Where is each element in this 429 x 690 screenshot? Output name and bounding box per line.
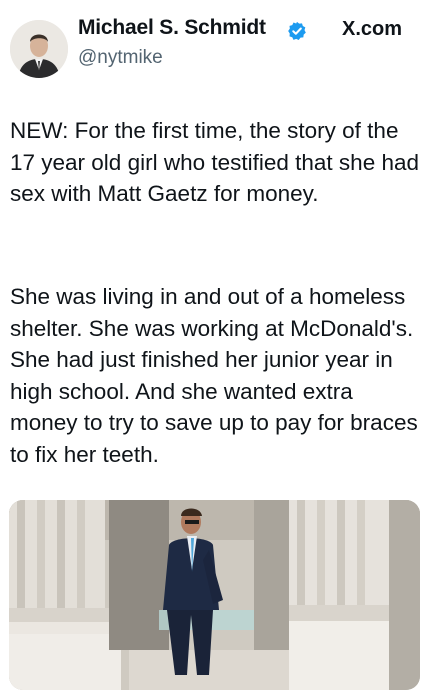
source-label: X.com xyxy=(342,18,403,40)
tweet-text-paragraph-1: NEW: For the first time, the story of th… xyxy=(10,118,419,206)
person-avatar-icon xyxy=(10,20,68,78)
tweet-header: Michael S. Schmidt @nytmike X.com xyxy=(0,0,429,90)
tweet-photo[interactable] xyxy=(9,500,420,690)
verified-badge-icon xyxy=(288,21,306,40)
author-avatar[interactable] xyxy=(10,20,68,78)
tweet-text-paragraph-2: She was living in and out of a homeless … xyxy=(10,284,418,467)
photo-capitol-steps-image xyxy=(9,500,420,690)
author-name[interactable]: Michael S. Schmidt xyxy=(78,16,266,40)
author-handle[interactable]: @nytmike xyxy=(78,47,163,69)
